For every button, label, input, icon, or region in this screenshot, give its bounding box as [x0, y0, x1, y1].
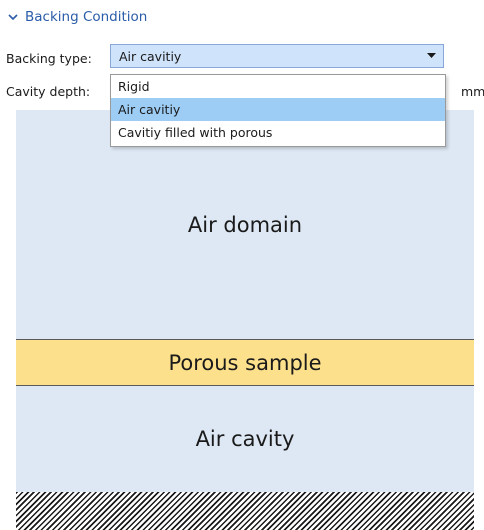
backing-type-dropdown-list[interactable]: Rigid Air cavitiy Cavitiy filled with po…: [110, 74, 446, 147]
rigid-wall-hatch: [16, 492, 474, 530]
section-title: Backing Condition: [25, 9, 148, 25]
dropdown-option-air-cavity[interactable]: Air cavitiy: [111, 98, 445, 121]
air-cavity-label: Air cavity: [195, 427, 295, 451]
cavity-depth-unit: mm: [461, 84, 484, 99]
chevron-down-icon[interactable]: [8, 13, 18, 21]
dropdown-option-rigid[interactable]: Rigid: [111, 75, 445, 98]
air-cavity-region: Air cavity: [16, 386, 474, 492]
backing-type-label: Backing type:: [6, 51, 92, 66]
dropdown-arrow-icon[interactable]: [419, 53, 443, 59]
backing-diagram: Air domain Porous sample Air cavity: [16, 110, 474, 530]
section-header-backing-condition[interactable]: Backing Condition: [8, 6, 147, 28]
porous-sample-region: Porous sample: [16, 339, 474, 386]
backing-type-value: Air cavitiy: [119, 48, 182, 64]
porous-sample-label: Porous sample: [168, 350, 322, 375]
cavity-depth-label: Cavity depth:: [6, 84, 91, 99]
dropdown-option-cavity-porous[interactable]: Cavitiy filled with porous: [111, 121, 445, 144]
air-domain-label: Air domain: [187, 212, 303, 237]
backing-type-select[interactable]: Air cavitiy: [110, 44, 444, 68]
